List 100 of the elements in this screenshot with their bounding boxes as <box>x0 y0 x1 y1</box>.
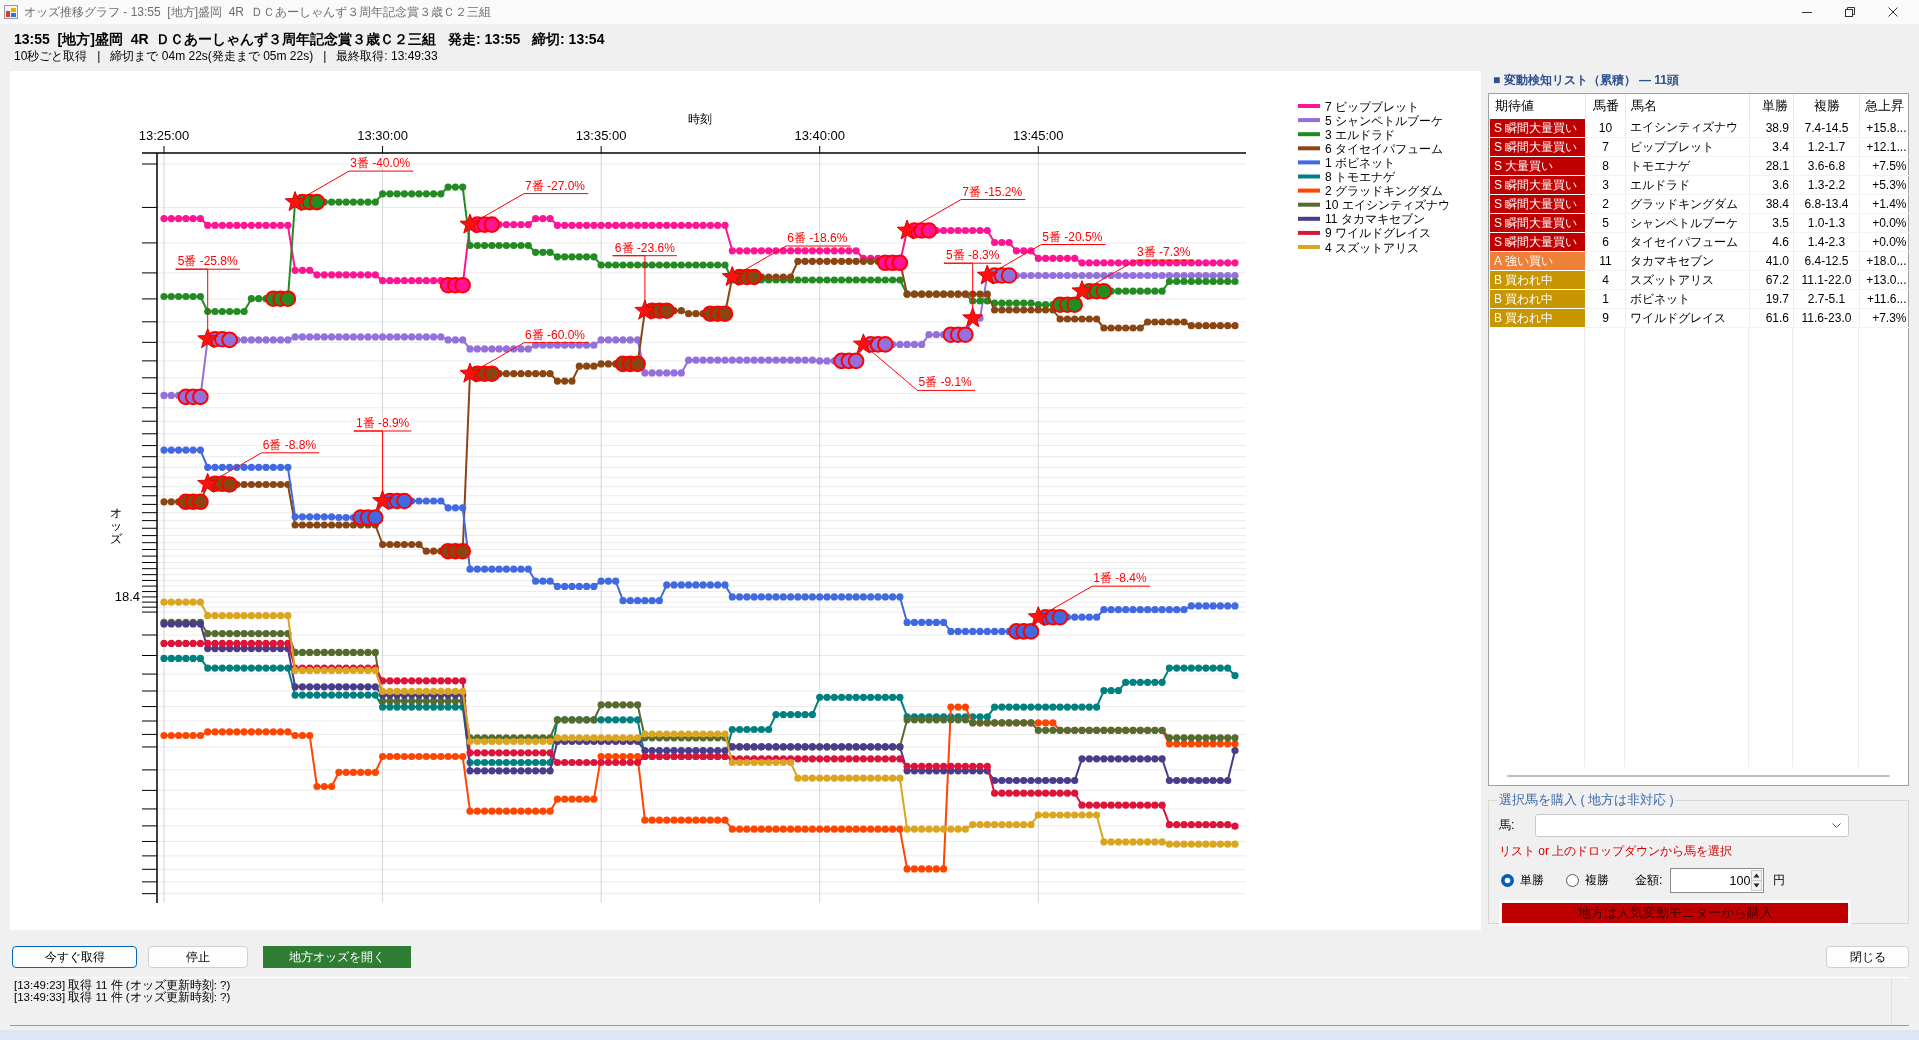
table-cell: 7 <box>1585 137 1626 157</box>
action-button[interactable]: 今すぐ取得 <box>12 946 137 968</box>
table-cell: +7.3% <box>1859 308 1909 328</box>
table-cell: +7.5% <box>1859 156 1909 176</box>
column-header: 馬番 <box>1585 94 1626 119</box>
table-cell: ビップブレット <box>1625 137 1750 157</box>
unit-label: 円 <box>1773 872 1786 889</box>
column-header: 単勝 <box>1749 94 1794 119</box>
table-cell: 3.4 <box>1749 137 1794 157</box>
table-cell: 7.4-14.5 <box>1793 118 1860 138</box>
table-cell: 2 <box>1585 194 1626 214</box>
table-cell: +13.0... <box>1859 270 1909 290</box>
legend-label: 3 エルドラド <box>1325 127 1395 142</box>
table-cell: 1.3-2.2 <box>1793 175 1860 195</box>
table-cell: トモエナゲ <box>1625 156 1750 176</box>
radio-button[interactable] <box>1566 874 1579 887</box>
group-title: 選択馬を購入 ( 地方は非対応 ) <box>1498 792 1675 809</box>
table-cell: +12.1... <box>1859 137 1909 157</box>
column-header: 複勝 <box>1793 94 1860 119</box>
race-title: 13:55 [地方]盛岡 4R ＤＣあーしゃんず３周年記念賞３歳Ｃ２三組 発走: 13:55 締切: 13:54 <box>14 30 606 48</box>
axis-title: オッズ <box>110 507 122 547</box>
legend-label: 1 ボビネット <box>1325 155 1395 170</box>
table-cell: +18.0... <box>1859 251 1909 271</box>
legend-label: 2 グラッドキングダム <box>1325 184 1443 199</box>
legend-label: 9 ワイルドグレイス <box>1325 226 1431 241</box>
log-line: [13:49:33] 取得 11 件 (オッズ更新時刻: ?) <box>14 991 232 1003</box>
x-tick-label: 13:30:00 <box>357 128 408 143</box>
legend-label: 4 スズットアリス <box>1325 240 1419 255</box>
table-cell: 1.4-2.3 <box>1793 232 1860 252</box>
table-cell: 19.7 <box>1749 289 1794 309</box>
action-button[interactable]: 地方オッズを開く <box>263 946 411 968</box>
window-title: オッズ推移グラフ - 13:55 [地方]盛岡 4R ＤＣあーしゃんず３周年記念賞３歳Ｃ２三組 <box>24 3 491 21</box>
action-button[interactable]: 停止 <box>148 946 248 968</box>
x-tick-label: 13:35:00 <box>575 128 627 143</box>
close-button[interactable]: 閉じる <box>1826 946 1909 968</box>
table-cell: スズットアリス <box>1625 270 1750 290</box>
table-cell: 6.8-13.4 <box>1793 194 1860 214</box>
table-cell: 3.6 <box>1749 175 1794 195</box>
list-title: ■ 変動検知リスト（累積） — 11頭 <box>1492 72 1680 89</box>
table-cell: 28.1 <box>1749 156 1794 176</box>
table-cell: 41.0 <box>1749 251 1794 271</box>
table-cell: 6 <box>1585 232 1626 252</box>
table-cell: 38.4 <box>1749 194 1794 214</box>
table-cell: 3 <box>1585 175 1626 195</box>
table-cell: 8 <box>1585 156 1626 176</box>
table-cell: 6.4-12.5 <box>1793 251 1860 271</box>
table-cell: 3.5 <box>1749 213 1794 233</box>
table-cell: 61.6 <box>1749 308 1794 328</box>
table-cell: エルドラド <box>1625 175 1750 195</box>
table-cell: 2.7-5.1 <box>1793 289 1860 309</box>
table-cell: 1 <box>1585 289 1626 309</box>
table-cell: 3.6-6.8 <box>1793 156 1860 176</box>
legend-label: 6 タイセイパフューム <box>1325 141 1443 156</box>
legend-label: 7 ビップブレット <box>1325 99 1419 114</box>
table-cell: 10 <box>1585 118 1626 138</box>
radio-label: 複勝 <box>1585 872 1609 889</box>
radio-button[interactable] <box>1501 874 1514 887</box>
chevron-down-icon <box>1832 823 1841 828</box>
restore-icon[interactable] <box>1845 7 1855 17</box>
close-icon[interactable] <box>1888 7 1898 17</box>
x-tick-label: 13:45:00 <box>1013 128 1064 143</box>
hint-text: リスト or 上のドロップダウンから馬を選択 <box>1499 843 1734 860</box>
table-cell: 67.2 <box>1749 270 1794 290</box>
axis-title: 時刻 <box>688 112 712 126</box>
table-cell: +15.8... <box>1859 118 1909 138</box>
legend-label: 11 タカマキセブン <box>1325 212 1425 227</box>
table-cell: 1.2-1.7 <box>1793 137 1860 157</box>
table-cell: 11.6-23.0 <box>1793 308 1860 328</box>
table-cell: 9 <box>1585 308 1626 328</box>
table-cell: 4 <box>1585 270 1626 290</box>
status-text: 10秒ごと取得 | 締切まで 04m 22s(発走まで 05m 22s) | 最終取得: 13:49:33 <box>14 49 439 63</box>
x-tick-label: 13:25:00 <box>138 128 190 143</box>
table-cell: 4.6 <box>1749 232 1794 252</box>
y-tick-label: 18.4 <box>114 589 140 604</box>
column-header: 馬名 <box>1625 94 1750 119</box>
app-icon <box>4 5 18 19</box>
table-cell: 1.0-1.3 <box>1793 213 1860 233</box>
column-header: 急上昇 <box>1859 94 1909 119</box>
table-cell: +0.0% <box>1859 213 1909 233</box>
table-cell: 11.1-22.0 <box>1793 270 1860 290</box>
minimize-icon[interactable] <box>1802 11 1812 13</box>
table-cell: エイシンティズナウ <box>1625 118 1750 138</box>
radio-label: 単勝 <box>1520 872 1544 889</box>
legend-label: 5 シャンペトルブーケ <box>1325 113 1443 128</box>
table-cell: +11.6... <box>1859 289 1909 309</box>
scrollbar[interactable] <box>1507 775 1890 777</box>
legend-label: 10 エイシンティズナウ <box>1325 198 1450 213</box>
legend-label: 8 トモエナゲ <box>1325 170 1395 184</box>
spin-arrows-icon[interactable] <box>1751 870 1763 891</box>
field-label: 金額: <box>1635 872 1663 889</box>
table-cell: ワイルドグレイス <box>1625 308 1750 328</box>
table-cell: +1.4% <box>1859 194 1909 214</box>
table-cell: 5 <box>1585 213 1626 233</box>
rating-cell: S 瞬間大量買い <box>1489 118 1586 138</box>
table-cell: +0.0% <box>1859 232 1909 252</box>
table-cell: 38.9 <box>1749 118 1794 138</box>
table-cell: タイセイパフューム <box>1625 232 1750 252</box>
table-cell: シャンペトルブーケ <box>1625 213 1750 233</box>
amount-field[interactable]: 100 <box>1670 868 1765 893</box>
field-label: 馬: <box>1499 817 1516 834</box>
